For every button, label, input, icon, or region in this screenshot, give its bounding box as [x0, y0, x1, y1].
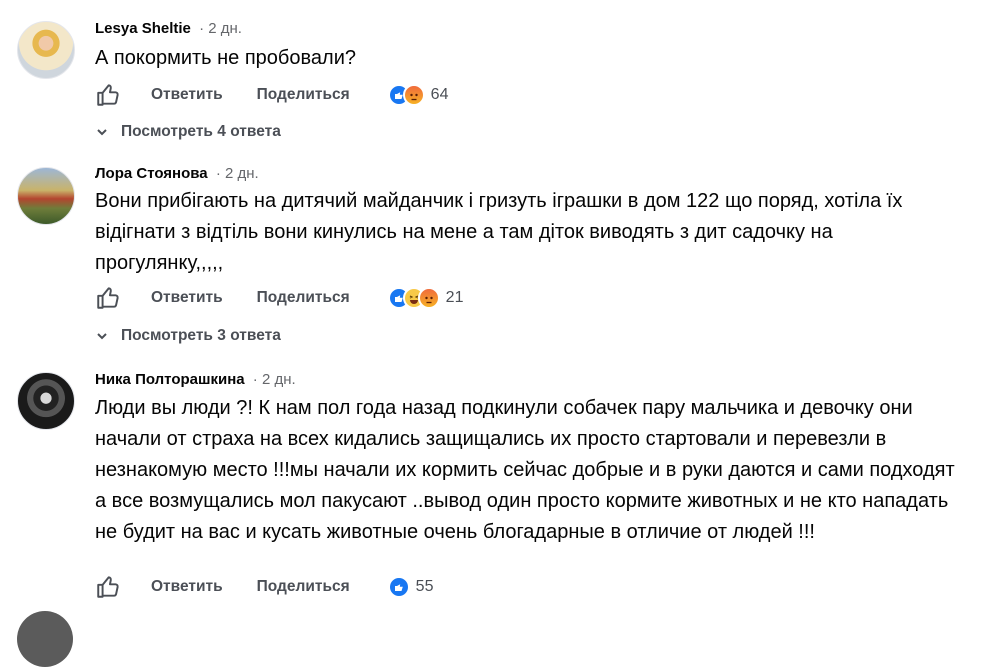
reaction-summary[interactable]: 64	[387, 84, 449, 106]
reaction-count: 64	[430, 86, 449, 103]
comment-text: Вони прибігають на дитячий майданчик і г…	[95, 190, 903, 274]
view-replies-button[interactable]: Посмотреть 4 ответа	[95, 123, 281, 141]
chevron-down-icon	[97, 129, 107, 136]
comment-time[interactable]: · 2 дн.	[216, 165, 259, 182]
angry-reaction-icon	[417, 287, 440, 309]
thumbs-up-outline-icon[interactable]	[95, 82, 121, 108]
chevron-down-icon	[97, 333, 107, 340]
reaction-count: 21	[445, 289, 464, 306]
comment-author[interactable]: Ника Полторашкина	[95, 371, 245, 388]
avatar[interactable]	[17, 372, 75, 430]
share-button[interactable]: Поделиться	[257, 289, 350, 307]
reply-button[interactable]: Ответить	[151, 289, 223, 307]
reply-button[interactable]: Ответить	[151, 86, 223, 104]
comment-author[interactable]: Lesya Sheltie	[95, 20, 191, 37]
angry-reaction-icon	[402, 84, 425, 106]
view-replies-label: Посмотреть 3 ответа	[121, 327, 281, 344]
reaction-summary[interactable]: 55	[387, 576, 434, 598]
share-button[interactable]: Поделиться	[257, 86, 350, 104]
reply-button[interactable]: Ответить	[151, 578, 223, 596]
reaction-count: 55	[415, 578, 434, 595]
reaction-summary[interactable]: 21	[387, 287, 464, 309]
comment-text: Люди вы люди ?! К нам пол года назад под…	[95, 397, 955, 543]
avatar[interactable]	[17, 21, 75, 79]
comment-time[interactable]: · 2 дн.	[253, 371, 296, 388]
avatar[interactable]	[17, 167, 75, 225]
thumbs-up-outline-icon[interactable]	[95, 285, 121, 311]
comment-time[interactable]: · 2 дн.	[199, 20, 242, 37]
share-button[interactable]: Поделиться	[257, 578, 350, 596]
avatar[interactable]	[17, 611, 73, 667]
comment-author[interactable]: Лора Стоянова	[95, 165, 208, 182]
comment-text: А покормить не пробовали?	[95, 47, 356, 69]
view-replies-button[interactable]: Посмотреть 3 ответа	[95, 327, 281, 345]
like-reaction-icon	[387, 576, 410, 598]
thumbs-up-outline-icon[interactable]	[95, 574, 121, 600]
view-replies-label: Посмотреть 4 ответа	[121, 123, 281, 140]
